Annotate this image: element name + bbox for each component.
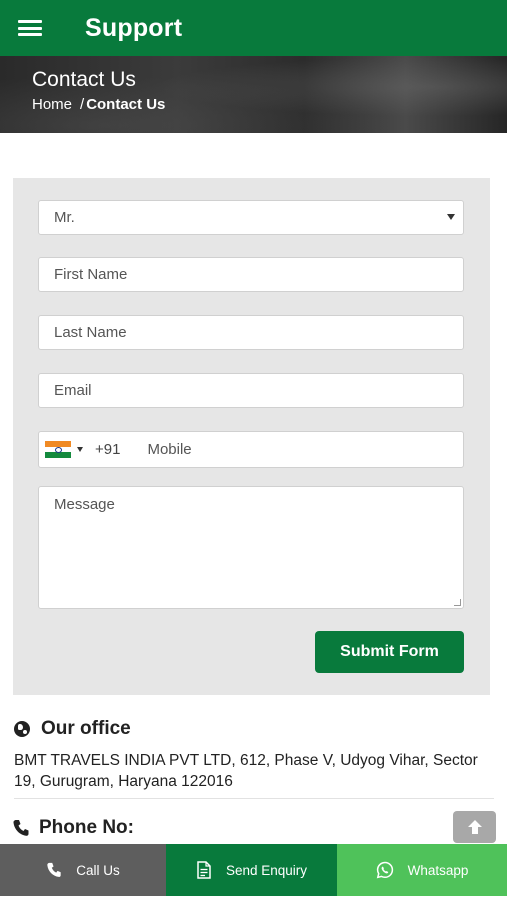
breadcrumb-current: Contact Us bbox=[86, 96, 166, 113]
mobile-input[interactable]: Mobile bbox=[147, 441, 191, 458]
page-title: Support bbox=[85, 13, 183, 42]
bottom-strip bbox=[0, 896, 507, 900]
salutation-value: Mr. bbox=[54, 209, 75, 226]
country-dropdown-icon[interactable] bbox=[77, 447, 83, 452]
whatsapp-label: Whatsapp bbox=[407, 862, 469, 878]
breadcrumb: Home / Contact Us bbox=[32, 96, 165, 113]
phone-heading: Phone No: bbox=[13, 817, 134, 839]
divider bbox=[14, 798, 494, 799]
india-flag-icon[interactable] bbox=[45, 441, 71, 459]
app-header: Support bbox=[0, 0, 507, 56]
call-us-button[interactable]: Call Us bbox=[0, 844, 166, 896]
contact-form: Mr. First Name Last Name Email +91 Mobil… bbox=[13, 178, 490, 695]
email-input[interactable]: Email bbox=[38, 373, 464, 408]
hero-title: Contact Us bbox=[32, 68, 136, 91]
resize-handle-icon[interactable] bbox=[454, 599, 461, 606]
message-placeholder: Message bbox=[54, 496, 115, 513]
office-heading-label: Our office bbox=[41, 718, 131, 739]
send-enquiry-button[interactable]: Send Enquiry bbox=[166, 844, 337, 896]
scroll-to-top-button[interactable] bbox=[453, 811, 496, 843]
send-enquiry-label: Send Enquiry bbox=[225, 862, 308, 878]
breadcrumb-home[interactable]: Home bbox=[32, 96, 72, 113]
office-heading: Our office bbox=[14, 718, 131, 740]
last-name-input[interactable]: Last Name bbox=[38, 315, 464, 350]
call-us-label: Call Us bbox=[76, 862, 120, 878]
last-name-placeholder: Last Name bbox=[54, 324, 127, 341]
hamburger-menu-icon[interactable] bbox=[0, 0, 60, 56]
email-placeholder: Email bbox=[54, 382, 92, 399]
whatsapp-button[interactable]: Whatsapp bbox=[337, 844, 507, 896]
first-name-placeholder: First Name bbox=[54, 266, 128, 283]
globe-icon bbox=[14, 721, 30, 737]
breadcrumb-separator: / bbox=[80, 96, 85, 113]
chevron-down-icon bbox=[447, 214, 455, 220]
message-textarea[interactable]: Message bbox=[38, 486, 464, 609]
document-icon bbox=[197, 861, 211, 879]
phone-heading-label: Phone No: bbox=[39, 817, 134, 838]
mobile-field: +91 Mobile bbox=[38, 431, 464, 468]
bottom-action-bar: Call Us Send Enquiry Whatsapp bbox=[0, 844, 507, 896]
arrow-up-icon bbox=[467, 820, 482, 834]
submit-form-button[interactable]: Submit Form bbox=[315, 631, 464, 673]
salutation-select[interactable]: Mr. bbox=[38, 200, 464, 235]
first-name-input[interactable]: First Name bbox=[38, 257, 464, 292]
phone-icon bbox=[13, 820, 29, 836]
phone-icon bbox=[47, 862, 61, 877]
dial-code: +91 bbox=[95, 441, 121, 458]
office-address: BMT TRAVELS INDIA PVT LTD, 612, Phase V,… bbox=[14, 752, 478, 790]
hero-banner: Contact Us Home / Contact Us bbox=[0, 56, 507, 133]
whatsapp-icon bbox=[376, 861, 393, 879]
